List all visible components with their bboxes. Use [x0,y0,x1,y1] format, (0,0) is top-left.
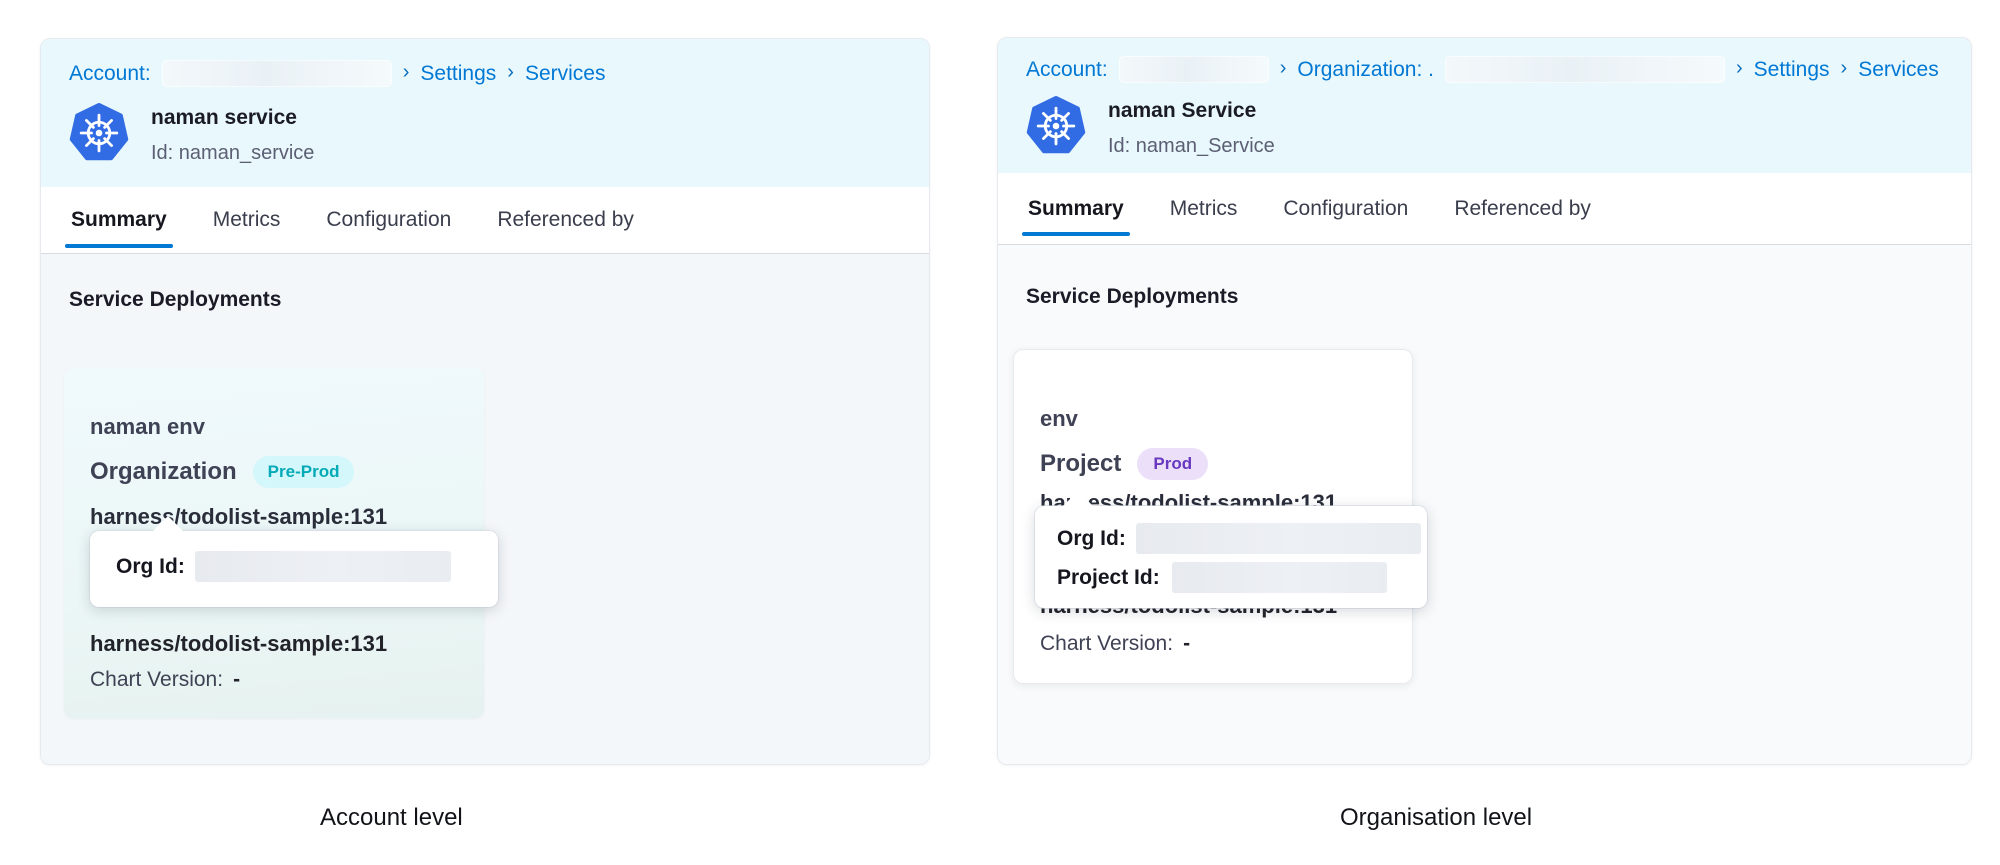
org-project-id-tooltip: Org Id: Project Id: [1035,506,1427,608]
obscured-text-line: harness/todolist-sample:131 [90,502,458,532]
account-level-panel: Account: › Settings › Services naman ser… [40,38,930,765]
organisation-level-panel: Account: › Organization: . › Settings › … [997,37,1972,765]
project-id-label: Project Id: [1057,566,1160,590]
artifact-name: harness/todolist-sample:131 [90,628,458,660]
breadcrumb-account-link[interactable]: Account: [1026,58,1108,82]
breadcrumb: Account: › Organization: . › Settings › … [1026,56,1943,83]
redacted-project-id [1172,562,1387,593]
service-id: Id: naman_service [151,142,314,165]
redacted-org-id [1136,523,1421,554]
tab-bar: Summary Metrics Configuration Referenced… [41,187,929,254]
env-type-badge: Prod [1137,448,1208,480]
chart-version-row: Chart Version:- [90,668,458,692]
chevron-right-icon: › [1736,57,1743,80]
org-id-label: Org Id: [116,555,185,579]
redacted-org-id [195,551,451,582]
chart-version-value: - [1183,632,1190,655]
tab-referenced-by[interactable]: Referenced by [1454,173,1591,244]
service-header: Account: › Organization: . › Settings › … [998,38,1971,173]
tooltip-arrow [1062,491,1094,507]
service-id: Id: naman_Service [1108,135,1275,158]
chevron-right-icon: › [507,61,514,84]
screenshot-canvas: Account: › Settings › Services naman ser… [0,0,2000,865]
chevron-right-icon: › [1280,57,1287,80]
service-name: naman service [151,103,314,130]
breadcrumb-services-link[interactable]: Services [525,62,606,86]
chart-version-label: Chart Version: [1040,632,1173,655]
breadcrumb-account-link[interactable]: Account: [69,62,151,86]
scope-row: Organization Pre-Prod [90,454,458,490]
breadcrumb-organization-link[interactable]: Organization: . [1297,58,1434,82]
scope-name[interactable]: Organization [90,458,237,486]
caption-account-level: Account level [320,804,463,832]
section-title: Service Deployments [1026,245,1943,309]
env-name: naman env [90,368,458,440]
active-tab-underline [65,244,173,248]
chart-version-label: Chart Version: [90,668,223,691]
redacted-account-name [162,60,392,87]
chevron-right-icon: › [403,61,410,84]
scope-row: Project Prod [1040,446,1386,482]
summary-content: Service Deployments naman env Organizati… [41,254,929,765]
summary-content: Service Deployments env Project Prod har… [998,245,1971,765]
service-title-row: naman service Id: naman_service [69,103,901,165]
chart-version-value: - [233,668,240,691]
env-deployment-card[interactable]: env Project Prod harness/todolist-sample… [1013,349,1413,684]
service-name: naman Service [1108,96,1275,123]
breadcrumb: Account: › Settings › Services [69,60,901,87]
tab-metrics[interactable]: Metrics [1170,173,1238,244]
tooltip-arrow [152,516,184,532]
active-tab-underline [1022,232,1130,236]
org-id-label: Org Id: [1057,527,1126,551]
org-id-tooltip: Org Id: [90,531,498,607]
tab-summary[interactable]: Summary [71,187,167,253]
breadcrumb-services-link[interactable]: Services [1858,58,1939,82]
service-header: Account: › Settings › Services naman ser… [41,39,929,187]
breadcrumb-settings-link[interactable]: Settings [1754,58,1830,82]
scope-name[interactable]: Project [1040,450,1121,478]
env-name: env [1040,350,1386,432]
kubernetes-icon [69,103,129,163]
kubernetes-icon [1026,96,1086,156]
tab-configuration[interactable]: Configuration [326,187,451,253]
tab-metrics[interactable]: Metrics [213,187,281,253]
section-title: Service Deployments [69,254,901,312]
redacted-account-name [1119,56,1269,83]
env-type-badge: Pre-Prod [253,456,355,488]
tab-summary[interactable]: Summary [1028,173,1124,244]
redacted-organization-name [1445,56,1725,83]
caption-organisation-level: Organisation level [1340,804,1532,832]
tab-configuration[interactable]: Configuration [1283,173,1408,244]
chart-version-row: Chart Version:- [1040,632,1386,656]
chevron-right-icon: › [1841,57,1848,80]
tab-bar: Summary Metrics Configuration Referenced… [998,173,1971,245]
breadcrumb-settings-link[interactable]: Settings [420,62,496,86]
service-title-row: naman Service Id: naman_Service [1026,96,1943,158]
env-deployment-card[interactable]: naman env Organization Pre-Prod harness/… [64,368,484,718]
tab-referenced-by[interactable]: Referenced by [497,187,634,253]
